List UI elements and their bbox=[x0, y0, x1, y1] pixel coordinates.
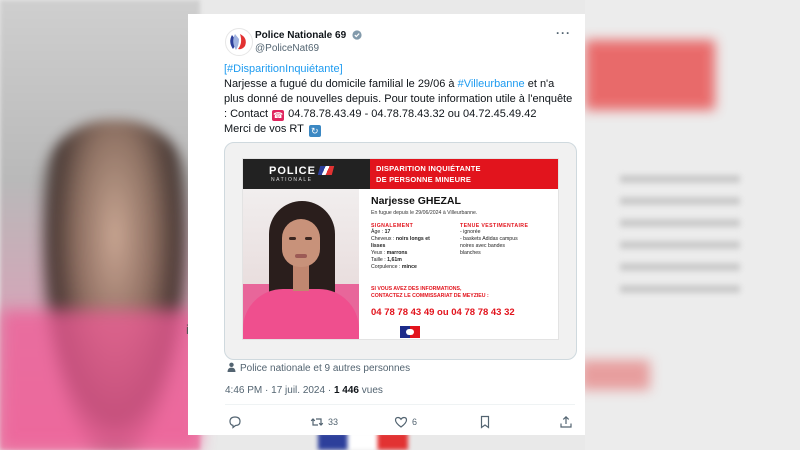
repeat-emoji: ↻ bbox=[308, 125, 321, 137]
poster-header-line2: DE PERSONNE MINEURE bbox=[376, 175, 472, 184]
background-red-banner bbox=[585, 40, 715, 110]
author-name[interactable]: Police Nationale 69 bbox=[255, 30, 362, 41]
poster-cta-line1: SI VOUS AVEZ DES INFORMATIONS, bbox=[371, 286, 462, 292]
signalement-cheveux: Cheveux : noirs longs et bbox=[371, 236, 430, 242]
tagged-people[interactable]: Police nationale et 9 autres personnes bbox=[227, 362, 410, 374]
retweet-count: 33 bbox=[328, 417, 339, 427]
tenue-line4: blanches bbox=[460, 250, 481, 256]
like-icon bbox=[394, 416, 408, 428]
background-text-lines bbox=[620, 175, 740, 295]
bookmark-button[interactable] bbox=[478, 414, 492, 430]
poster-header-line1: DISPARITION INQUIÉTANTE bbox=[376, 164, 481, 173]
hashtag-villeurbanne[interactable]: #Villeurbanne bbox=[458, 78, 525, 90]
share-button[interactable] bbox=[559, 414, 573, 430]
logo-flag-icon bbox=[317, 166, 335, 175]
signalement-yeux: Yeux : marrons bbox=[371, 250, 408, 256]
bookmark-icon bbox=[480, 415, 490, 429]
views-label: vues bbox=[358, 385, 383, 396]
like-button[interactable]: 6 bbox=[394, 414, 417, 430]
telephone-emoji: ☎ bbox=[272, 110, 285, 121]
tenue-line2: - baskets Adidas campus bbox=[460, 236, 518, 242]
tenue-line1: - ignorée bbox=[460, 229, 481, 235]
signalement-age: Âge : 17 bbox=[371, 229, 391, 235]
views-count: 1 446 bbox=[333, 385, 359, 396]
tweet-text-line2-start: Narjesse a fugué du domicile familial le… bbox=[224, 78, 458, 90]
tweet-phones: 04.78.78.43.49 - 04.78.78.43.32 ou 04.72… bbox=[285, 108, 537, 120]
action-bar: 33 6 bbox=[226, 414, 572, 430]
poster-header: DISPARITION INQUIÉTANTE DE PERSONNE MINE… bbox=[370, 159, 558, 189]
author-name-text: Police Nationale 69 bbox=[255, 30, 347, 41]
signalement-corpulence: Corpulence : mince bbox=[371, 264, 417, 270]
divider bbox=[225, 404, 575, 405]
tagged-people-text: Police nationale et 9 autres personnes bbox=[240, 363, 411, 374]
signalement-cheveux2: lisses bbox=[371, 243, 386, 249]
missing-person-photo bbox=[243, 189, 359, 339]
logo-police-text: POLICE bbox=[269, 165, 316, 177]
poster-phone: 04 78 78 43 49 ou 04 78 78 43 32 bbox=[371, 307, 515, 318]
reply-icon bbox=[229, 416, 241, 429]
tweet-closing: Merci de vos RT bbox=[224, 123, 307, 135]
person-icon bbox=[227, 362, 236, 372]
tweet-media[interactable]: POLICE NATIONALE DISPARITION INQUIÉTANTE… bbox=[224, 142, 577, 360]
like-count: 6 bbox=[412, 417, 418, 427]
more-icon[interactable]: ··· bbox=[556, 26, 571, 40]
avatar[interactable] bbox=[225, 28, 253, 56]
police-logo-icon bbox=[230, 34, 246, 50]
poster-fugue: En fugue depuis le 29/06/2024 à Villeurb… bbox=[371, 210, 478, 216]
missing-person-poster: POLICE NATIONALE DISPARITION INQUIÉTANTE… bbox=[243, 159, 558, 339]
tenue-line3: noires avec bandes bbox=[460, 243, 505, 249]
author-handle[interactable]: @PoliceNat69 bbox=[255, 43, 319, 54]
tweet-timestamp[interactable]: 4:46 PM · 17 juil. 2024 · bbox=[225, 385, 334, 396]
logo-nationale-text: NATIONALE bbox=[271, 177, 313, 183]
background-pink-shirt bbox=[0, 310, 200, 450]
retweet-icon bbox=[310, 418, 324, 426]
reply-button[interactable] bbox=[228, 414, 242, 430]
poster-cta-line2: CONTACTEZ LE COMMISSARIAT DE MEYZIEU : bbox=[371, 293, 489, 299]
retweet-button[interactable]: 33 bbox=[310, 414, 338, 430]
hashtag-disparition[interactable]: [#DisparitionInquiétante] bbox=[224, 63, 343, 75]
tweet-text: [#DisparitionInquiétante] Narjesse a fug… bbox=[224, 62, 576, 137]
poster-name: Narjesse GHEZAL bbox=[371, 195, 461, 207]
marianne-logo bbox=[400, 326, 420, 338]
verified-icon bbox=[352, 30, 362, 40]
background-red-text bbox=[580, 360, 650, 390]
share-icon bbox=[560, 415, 572, 428]
tweet-meta: 4:46 PM · 17 juil. 2024 · 1 446 vues bbox=[225, 385, 383, 396]
police-nationale-logo: POLICE NATIONALE bbox=[243, 159, 370, 189]
signalement-taille: Taille : 1,61m bbox=[371, 257, 402, 263]
tweet-card: Police Nationale 69 @PoliceNat69 ··· [#D… bbox=[188, 14, 585, 435]
